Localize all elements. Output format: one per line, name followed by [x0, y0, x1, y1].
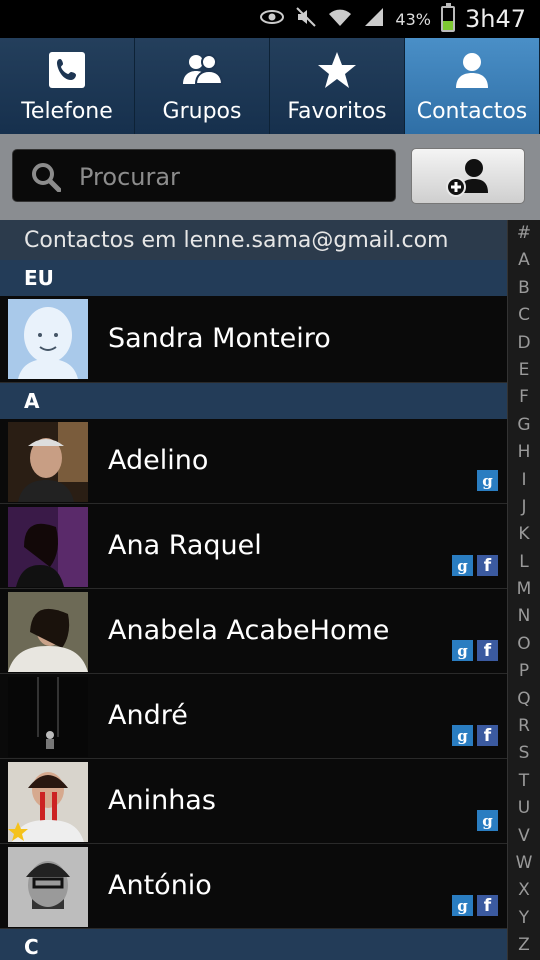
- index-letter[interactable]: L: [508, 549, 540, 576]
- section-header-c: C: [0, 929, 508, 960]
- index-letter[interactable]: Y: [508, 905, 540, 932]
- battery-icon: [440, 3, 455, 32]
- contact-name: Aninhas: [108, 785, 216, 816]
- eye-icon: [259, 8, 285, 31]
- tab-bar: Telefone Grupos Favoritos Contactos: [0, 38, 540, 135]
- index-letter[interactable]: G: [508, 412, 540, 439]
- index-letter[interactable]: D: [508, 330, 540, 357]
- index-letter[interactable]: I: [508, 467, 540, 494]
- tab-label: Favoritos: [287, 99, 387, 124]
- google-icon: g: [452, 640, 473, 661]
- phone-icon: [47, 50, 87, 90]
- index-letter[interactable]: Z: [508, 932, 540, 959]
- index-letter[interactable]: H: [508, 439, 540, 466]
- index-letter[interactable]: M: [508, 576, 540, 603]
- index-letter[interactable]: S: [508, 740, 540, 767]
- contact-name: Anabela AcabeHome: [108, 615, 390, 646]
- google-icon: g: [477, 470, 498, 491]
- contact-name: Adelino: [108, 445, 209, 476]
- index-letter[interactable]: N: [508, 603, 540, 630]
- contact-row[interactable]: Anabela AcabeHome g f: [0, 589, 508, 674]
- facebook-icon: f: [477, 555, 498, 576]
- facebook-icon: f: [477, 640, 498, 661]
- google-icon: g: [452, 555, 473, 576]
- contact-name: André: [108, 700, 188, 731]
- mute-icon: [295, 6, 317, 33]
- index-letter[interactable]: Q: [508, 686, 540, 713]
- tab-favoritos[interactable]: Favoritos: [270, 38, 405, 134]
- default-avatar-icon: [8, 299, 88, 379]
- contact-photo: [8, 592, 88, 672]
- section-header-me: EU: [0, 260, 508, 296]
- facebook-icon: f: [477, 895, 498, 916]
- battery-percent: 43%: [395, 9, 431, 29]
- contact-photo: [8, 762, 88, 842]
- add-contact-icon: [446, 159, 488, 197]
- clock: 3h47: [464, 5, 526, 33]
- index-letter[interactable]: V: [508, 823, 540, 850]
- contact-row[interactable]: Aninhas g: [0, 759, 508, 844]
- index-letter[interactable]: U: [508, 795, 540, 822]
- index-letter[interactable]: T: [508, 768, 540, 795]
- star-icon: [317, 50, 357, 90]
- contact-photo: [8, 422, 88, 502]
- alphabet-index[interactable]: # A B C D E F G H I J K L M N O P Q R S T U V W X Y Z: [507, 220, 540, 960]
- search-input[interactable]: [77, 158, 381, 196]
- contact-row[interactable]: André g f: [0, 674, 508, 759]
- facebook-icon: f: [477, 725, 498, 746]
- index-letter[interactable]: R: [508, 713, 540, 740]
- contact-photo: [8, 847, 88, 927]
- add-contact-button[interactable]: [411, 148, 525, 204]
- search-icon: [32, 163, 61, 192]
- signal-icon: [363, 6, 385, 33]
- index-letter[interactable]: X: [508, 877, 540, 904]
- tab-contactos[interactable]: Contactos: [405, 38, 540, 134]
- my-profile-row[interactable]: Sandra Monteiro: [0, 296, 508, 383]
- index-letter[interactable]: E: [508, 357, 540, 384]
- index-letter[interactable]: C: [508, 302, 540, 329]
- contact-name: António: [108, 870, 212, 901]
- search-bar: [0, 134, 540, 220]
- index-letter[interactable]: A: [508, 247, 540, 274]
- section-header-a: A: [0, 383, 508, 419]
- contact-row[interactable]: Adelino g: [0, 419, 508, 504]
- groups-icon: [182, 50, 224, 90]
- contact-photo: [8, 677, 88, 757]
- google-icon: g: [452, 725, 473, 746]
- index-letter[interactable]: #: [508, 220, 540, 247]
- contact-row[interactable]: António g f: [0, 844, 508, 929]
- tab-label: Contactos: [416, 99, 528, 124]
- tab-label: Telefone: [21, 99, 113, 124]
- contact-list[interactable]: Contactos em lenne.sama@gmail.com EU San…: [0, 220, 508, 960]
- index-letter[interactable]: F: [508, 384, 540, 411]
- search-field[interactable]: [12, 149, 396, 202]
- status-bar: 43% 3h47: [0, 0, 540, 38]
- account-header: Contactos em lenne.sama@gmail.com: [0, 220, 508, 260]
- contact-name: Ana Raquel: [108, 530, 262, 561]
- index-letter[interactable]: O: [508, 631, 540, 658]
- contact-row[interactable]: Ana Raquel g f: [0, 504, 508, 589]
- contact-name: Sandra Monteiro: [108, 323, 331, 354]
- tab-telefone[interactable]: Telefone: [0, 38, 135, 134]
- index-letter[interactable]: P: [508, 658, 540, 685]
- person-icon: [452, 50, 492, 90]
- tab-grupos[interactable]: Grupos: [135, 38, 270, 134]
- google-icon: g: [452, 895, 473, 916]
- index-letter[interactable]: B: [508, 275, 540, 302]
- wifi-icon: [327, 6, 353, 33]
- index-letter[interactable]: W: [508, 850, 540, 877]
- index-letter[interactable]: J: [508, 494, 540, 521]
- contact-photo: [8, 507, 88, 587]
- index-letter[interactable]: K: [508, 521, 540, 548]
- tab-label: Grupos: [162, 99, 242, 124]
- google-icon: g: [477, 810, 498, 831]
